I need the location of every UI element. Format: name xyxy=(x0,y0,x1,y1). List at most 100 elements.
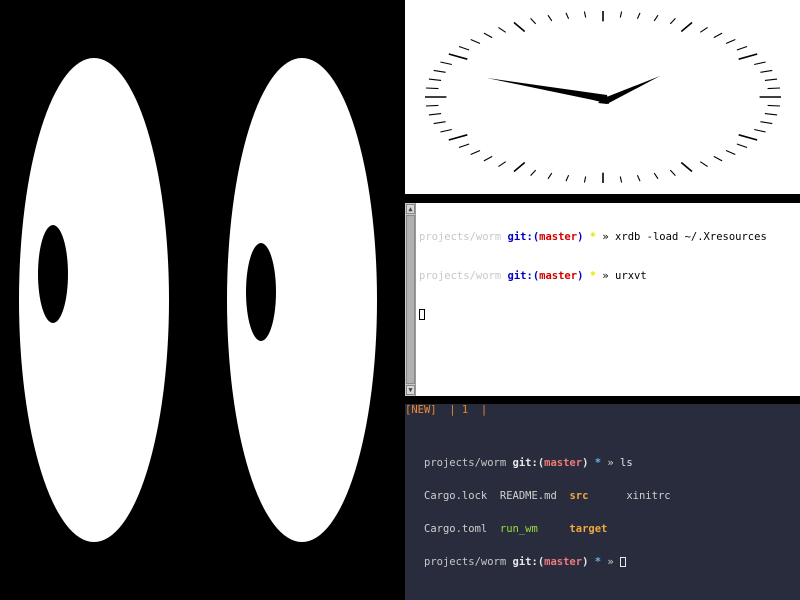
ls-output-row: Cargo.lock README.md src xinitrc xyxy=(424,491,671,502)
clock-minute-tick xyxy=(736,45,748,51)
prompt-paren: ) xyxy=(577,270,584,282)
xeyes-canvas xyxy=(19,58,377,542)
prompt-arrow: » xyxy=(602,231,609,243)
clock-minute-tick xyxy=(565,174,570,182)
clock-minute-tick xyxy=(760,69,773,73)
prompt-arrow: » xyxy=(607,556,614,568)
clock-minute-tick xyxy=(458,143,470,149)
clock-minute-tick xyxy=(764,113,778,116)
clock-minute-tick xyxy=(530,18,537,25)
clock-minute-tick xyxy=(440,61,452,66)
window-gap xyxy=(405,396,800,404)
prompt-path: projects/worm xyxy=(424,457,507,469)
scrollbar-thumb[interactable] xyxy=(406,215,415,384)
prompt-path: projects/worm xyxy=(424,556,507,568)
clock-minute-tick xyxy=(428,78,442,81)
clock-minute-tick xyxy=(760,121,773,125)
minute-hand xyxy=(487,78,609,104)
clock-minute-tick xyxy=(767,104,781,107)
tmux-terminal-window[interactable]: [NEW] | 1 | projects/worm git:(master) *… xyxy=(405,404,800,600)
clock-minute-tick xyxy=(669,169,676,176)
clock-minute-tick xyxy=(498,161,507,168)
clock-minute-tick xyxy=(547,172,553,180)
prompt-git-label: git: xyxy=(507,231,533,243)
clock-hour-tick xyxy=(738,134,758,141)
clock-minute-tick xyxy=(583,176,587,183)
tmux-status-bar[interactable]: [NEW] | 1 | xyxy=(405,404,800,417)
prompt-git-label: git: xyxy=(507,270,533,282)
clock-minute-tick xyxy=(713,32,723,39)
prompt-line: projects/worm git:(master) * » xrdb -loa… xyxy=(419,231,798,244)
terminal-cursor xyxy=(419,309,425,320)
clock-minute-tick xyxy=(440,128,452,133)
clock-minute-tick xyxy=(425,104,439,107)
prompt-path: projects/worm xyxy=(419,231,502,243)
clock-hour-tick xyxy=(448,134,468,141)
clock-hour-tick xyxy=(513,21,526,33)
clock-minute-tick xyxy=(699,26,708,33)
terminal-scrollbar[interactable]: ▲ ▼ xyxy=(405,203,416,396)
clock-hour-tick xyxy=(680,161,693,173)
prompt-branch: master xyxy=(544,556,583,568)
file-entry: Cargo.lock xyxy=(424,490,488,502)
cursor-line xyxy=(419,309,798,322)
prompt-paren: ) xyxy=(577,231,584,243)
clock-minute-tick xyxy=(754,61,766,66)
dirty-indicator: * xyxy=(589,231,597,243)
clock-hour-tick xyxy=(680,21,693,33)
clock-minute-tick xyxy=(736,143,748,149)
prompt-git-label: git: xyxy=(512,556,538,568)
clock-minute-tick xyxy=(483,155,493,162)
terminal-output[interactable]: projects/worm git:(master) * » xrdb -loa… xyxy=(419,205,798,348)
clock-minute-tick xyxy=(433,121,446,125)
right-pupil xyxy=(246,243,276,341)
clock-minute-tick xyxy=(619,11,623,18)
prompt-line: projects/worm git:(master) * » xyxy=(424,557,671,568)
prompt-arrow: » xyxy=(602,270,609,282)
clock-minute-tick xyxy=(530,169,537,176)
executable-entry: run_wm xyxy=(499,523,538,535)
prompt-paren: ) xyxy=(582,556,589,568)
clock-minute-tick xyxy=(636,12,641,20)
directory-entry: src xyxy=(569,490,589,502)
prompt-branch: master xyxy=(544,457,583,469)
clock-minute-tick xyxy=(470,149,481,156)
prompt-branch: master xyxy=(539,231,578,243)
clock-minute-tick xyxy=(433,69,446,73)
clock-hour-tick xyxy=(448,53,468,60)
prompt-command: ls xyxy=(620,457,633,469)
clock-minute-tick xyxy=(565,12,570,20)
prompt-paren: ) xyxy=(582,457,589,469)
file-entry: xinitrc xyxy=(626,490,671,502)
clock-minute-tick xyxy=(547,14,553,22)
prompt-command: xrdb -load ~/.Xresources xyxy=(615,231,767,243)
clock-minute-tick xyxy=(669,18,676,25)
prompt-command: urxvt xyxy=(615,270,647,282)
clock-minute-tick xyxy=(483,32,493,39)
scroll-up-arrow-icon[interactable]: ▲ xyxy=(406,204,415,214)
clock-minute-tick xyxy=(653,172,659,180)
dirty-indicator: * xyxy=(594,457,602,469)
clock-minute-tick xyxy=(767,87,781,90)
clock-minute-tick xyxy=(699,161,708,168)
clock-minute-tick xyxy=(725,38,736,45)
file-entry: Cargo.toml xyxy=(424,523,488,535)
dirty-indicator: * xyxy=(594,556,602,568)
window-gap xyxy=(405,194,800,203)
xclock-window[interactable] xyxy=(405,0,800,194)
prompt-arrow: » xyxy=(607,457,614,469)
scroll-down-arrow-icon[interactable]: ▼ xyxy=(406,385,415,395)
clock-minute-tick xyxy=(653,14,659,22)
clock-minute-tick xyxy=(458,45,470,51)
prompt-branch: master xyxy=(539,270,578,282)
prompt-line: projects/worm git:(master) * » ls xyxy=(424,458,671,469)
clock-minute-tick xyxy=(619,176,623,183)
terminal-output[interactable]: projects/worm git:(master) * » ls Cargo.… xyxy=(424,436,671,590)
left-pupil xyxy=(38,225,68,323)
urxvt-terminal-window[interactable]: ▲ ▼ projects/worm git:(master) * » xrdb … xyxy=(405,203,800,396)
clock-minute-tick xyxy=(470,38,481,45)
ls-output-row: Cargo.toml run_wm target xyxy=(424,524,671,535)
clock-minute-tick xyxy=(428,113,442,116)
xeyes-window[interactable] xyxy=(0,0,405,600)
clock-minute-tick xyxy=(636,174,641,182)
